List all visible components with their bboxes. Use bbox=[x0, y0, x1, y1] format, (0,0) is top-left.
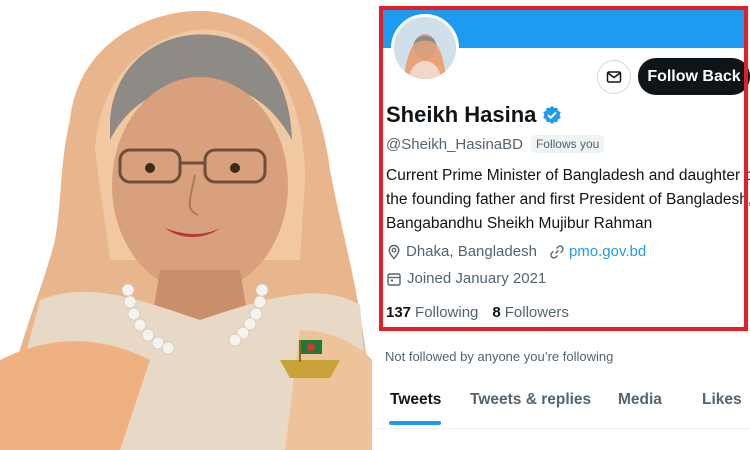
tab-likes[interactable]: Likes bbox=[702, 391, 742, 409]
profile-tabs: Tweets Tweets & replies Media Likes bbox=[375, 385, 750, 425]
tab-media[interactable]: Media bbox=[618, 391, 662, 409]
portrait-photo bbox=[0, 0, 375, 450]
tab-tweets-and-replies[interactable]: Tweets & replies bbox=[470, 391, 591, 409]
highlight-frame bbox=[379, 6, 748, 331]
profile-panel: Follow Back Sheikh Hasina @Sheikh_Hasina… bbox=[375, 0, 750, 450]
active-tab-indicator bbox=[389, 421, 441, 425]
tab-tweets[interactable]: Tweets bbox=[390, 391, 441, 409]
tabs-divider bbox=[375, 428, 750, 429]
not-followed-note: Not followed by anyone you’re following bbox=[385, 349, 614, 364]
